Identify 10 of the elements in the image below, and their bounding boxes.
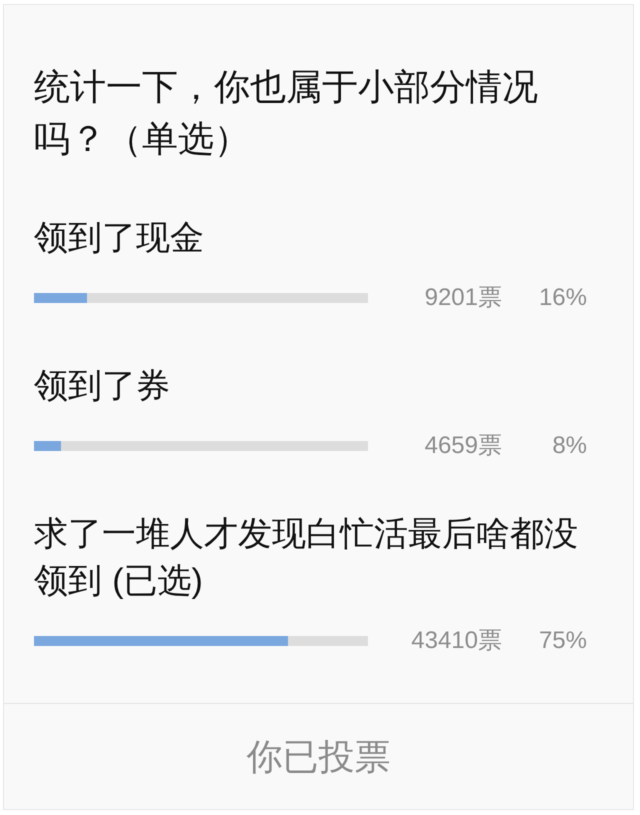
option-label: 领到了券 — [34, 366, 171, 407]
vote-percent: 8% — [551, 431, 587, 461]
option-label: 求了一堆人才发现白忙活最后啥都没领到 (已选) — [34, 514, 579, 602]
vote-count: 4659票 — [424, 431, 502, 461]
vote-count: 43410票 — [410, 626, 502, 656]
vote-percent: 16% — [538, 283, 587, 313]
vote-count: 9201票 — [424, 283, 502, 313]
vote-percent: 75% — [538, 626, 587, 656]
option-label: 领到了现金 — [34, 218, 205, 259]
poll-question: 统计一下，你也属于小部分情况吗？（单选） — [34, 65, 539, 161]
